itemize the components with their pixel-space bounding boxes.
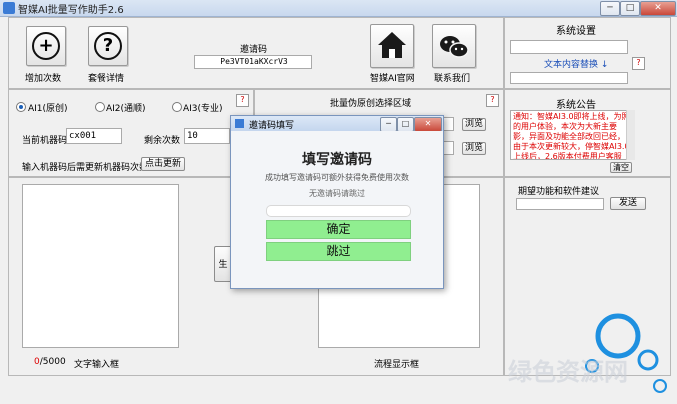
send-button[interactable]: 发送 [610, 197, 646, 210]
mode-ai3-label: AI3(专业) [183, 104, 223, 114]
dialog-hint: 无邀请码请跳过 [309, 189, 365, 198]
invite-dialog: 邀请码填写 ─ □ ✕ 填写邀请码 成功填写邀请码可额外获得免费使用次数 无邀请… [230, 115, 444, 289]
app-icon [3, 2, 15, 14]
invite-code-field[interactable]: Pe3VT01aKXcrV3 [194, 55, 312, 69]
invite-code-input[interactable] [266, 205, 411, 217]
invite-code-label: 邀请码 [240, 45, 268, 55]
feedback-input[interactable] [516, 198, 604, 210]
dialog-heading: 填写邀请码 [302, 152, 372, 168]
announcement-scrollbar[interactable] [626, 110, 635, 160]
dialog-close-button[interactable]: ✕ [414, 117, 442, 132]
window-titlebar: 智媒AI批量写作助手2.6 ─ □ ✕ [0, 0, 677, 17]
close-button[interactable]: ✕ [640, 1, 676, 16]
char-counter: 0/5000 [34, 357, 66, 367]
mode-ai2-label: AI2(通顺) [106, 104, 146, 114]
batch-title: 批量伪原创选择区域 [330, 99, 412, 109]
remaining-count-field: 10 [184, 128, 230, 144]
window-title: 智媒AI批量写作助手2.6 [18, 5, 124, 16]
skip-button[interactable]: 跳过 [266, 242, 411, 261]
browse-button-2[interactable]: 浏览 [462, 142, 486, 155]
dialog-titlebar: 邀请码填写 ─ □ ✕ [231, 116, 443, 132]
watermark: 绿色资源网 [508, 358, 628, 386]
official-site-button[interactable] [370, 24, 414, 68]
settings-input-1[interactable] [510, 40, 628, 54]
add-count-button[interactable]: + [26, 26, 66, 66]
question-icon: ? [94, 32, 122, 60]
arrow-down-icon: ↓ [600, 60, 609, 70]
dialog-maximize-button[interactable]: □ [397, 117, 414, 132]
announcement-text: 通知：智媒AI3.0即将上线，为照的用户体验，本次为大新主要影，异面及功能全部改… [510, 110, 634, 160]
text-replace-link-label: 文本内容替换 [544, 60, 599, 70]
mode-ai3-radio[interactable] [172, 102, 182, 112]
settings-input-2[interactable] [510, 72, 628, 84]
dialog-icon [235, 119, 244, 128]
mode-ai1-radio[interactable] [16, 102, 26, 112]
flow-display-label: 流程显示框 [374, 360, 420, 370]
wechat-icon [440, 36, 469, 58]
dialog-minimize-button[interactable]: ─ [380, 117, 397, 132]
machine-code-label: 当前机器码 [22, 136, 68, 146]
text-replace-link[interactable]: 文本内容替换 ↓ [544, 57, 608, 70]
dialog-description: 成功填写邀请码可额外获得免费使用次数 [265, 173, 409, 182]
update-prompt-text: 输入机器码后需更新机器码次数 [22, 163, 149, 173]
settings-title: 系统设置 [556, 26, 596, 37]
text-input-box[interactable] [22, 184, 179, 348]
contact-us-label: 联系我们 [434, 74, 471, 84]
settings-help-icon[interactable]: ? [632, 57, 645, 70]
announcement-title: 系统公告 [556, 100, 596, 111]
mode-ai1-label: AI1(原创) [28, 104, 68, 114]
mode-help-icon[interactable]: ? [236, 94, 249, 107]
browse-button-1[interactable]: 浏览 [462, 118, 486, 131]
text-input-label: 文字输入框 [74, 360, 120, 370]
clear-button[interactable]: 清空 [610, 162, 632, 173]
dialog-title: 邀请码填写 [249, 121, 295, 131]
batch-help-icon[interactable]: ? [486, 94, 499, 107]
minimize-button[interactable]: ─ [600, 1, 620, 16]
official-site-label: 智媒AI官网 [370, 74, 415, 84]
maximize-button[interactable]: □ [620, 1, 640, 16]
char-count-total: /5000 [39, 357, 66, 367]
plus-icon: + [32, 32, 60, 60]
remaining-count-label: 剩余次数 [144, 136, 181, 146]
mode-ai2-radio[interactable] [95, 102, 105, 112]
machine-code-input[interactable]: cx001 [66, 128, 122, 144]
confirm-button[interactable]: 确定 [266, 220, 411, 239]
update-button[interactable]: 点击更新 [141, 157, 185, 171]
home-icon [378, 32, 406, 58]
package-details-label: 套餐详情 [88, 74, 125, 84]
contact-us-button[interactable] [432, 24, 476, 68]
add-count-label: 增加次数 [25, 74, 62, 84]
feedback-title: 期望功能和软件建议 [518, 187, 600, 197]
package-details-button[interactable]: ? [88, 26, 128, 66]
